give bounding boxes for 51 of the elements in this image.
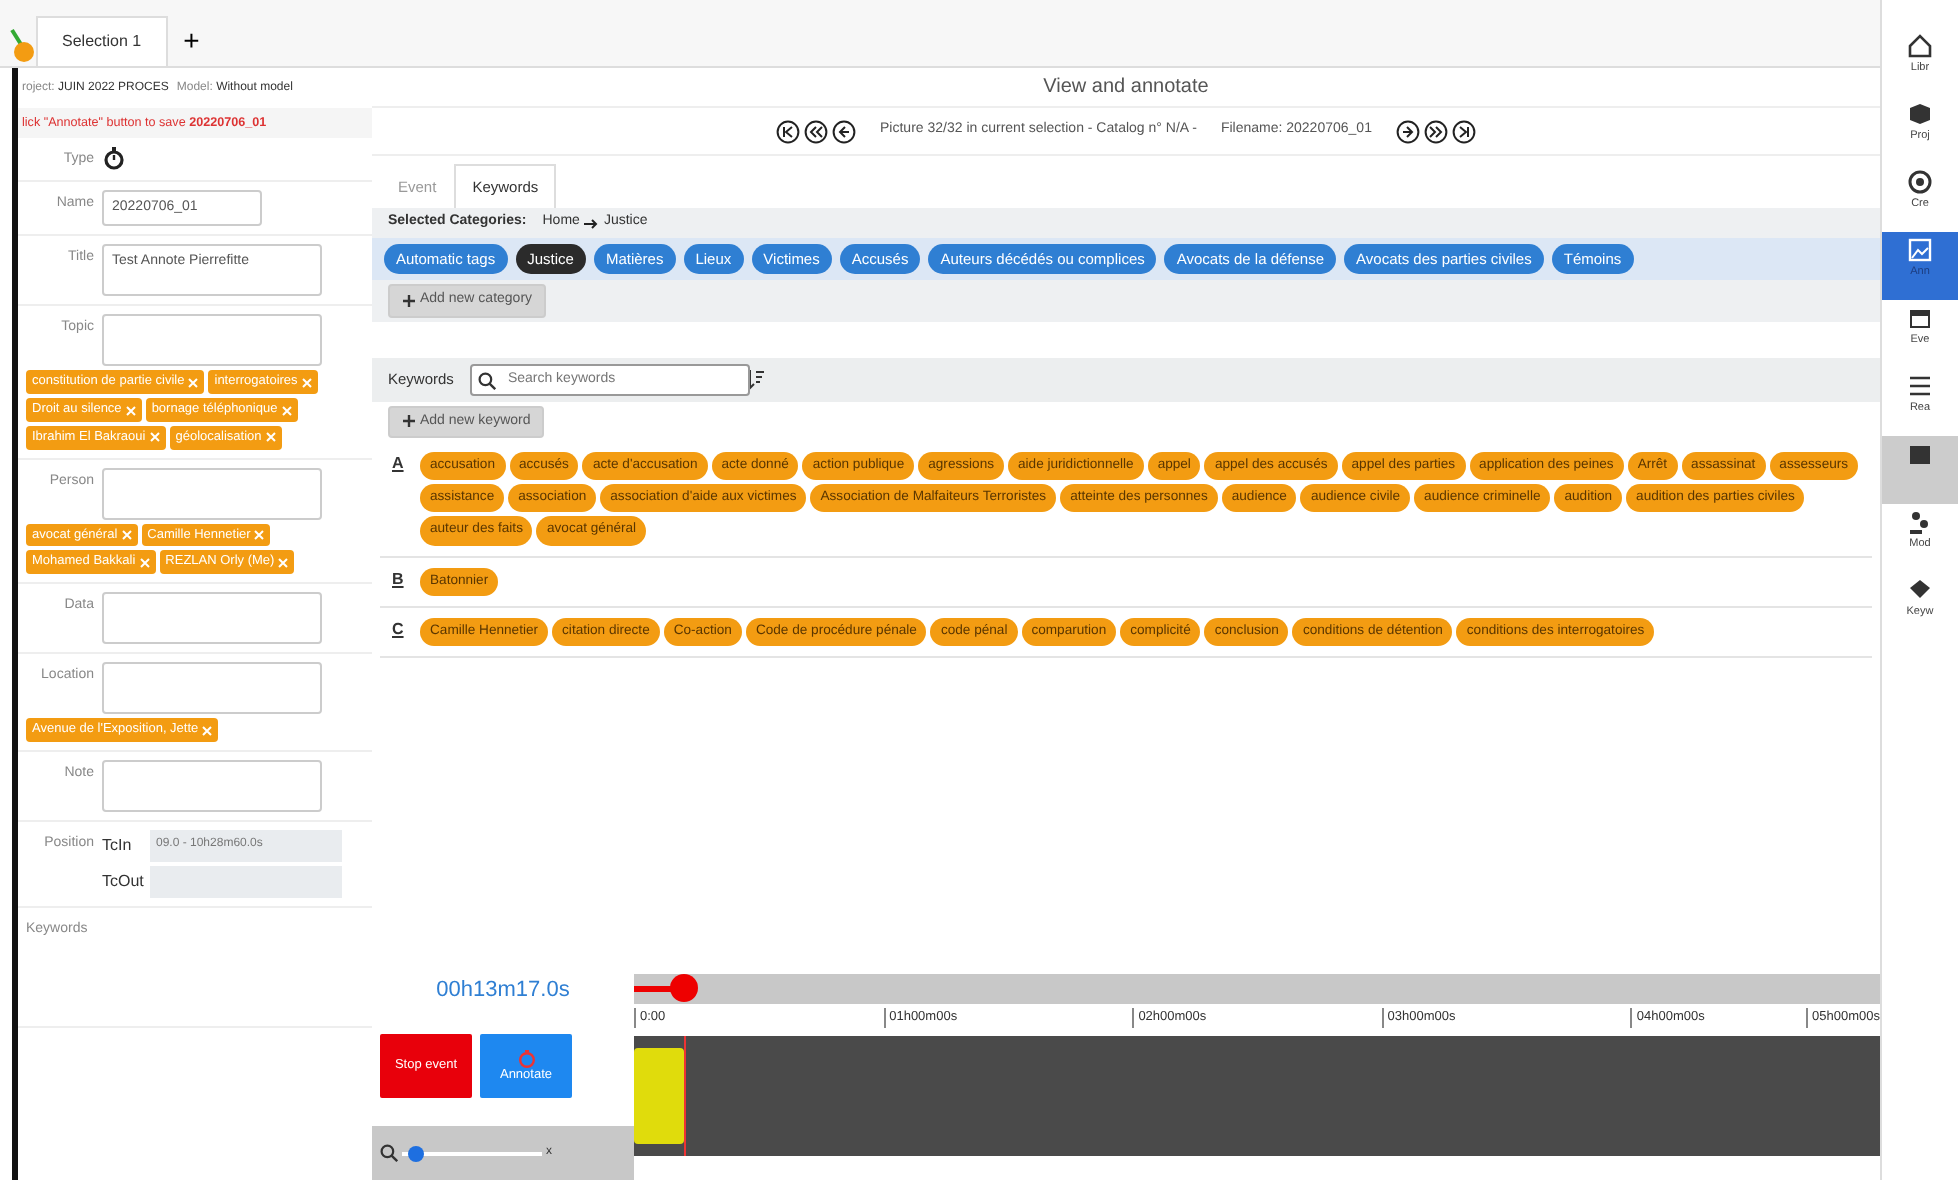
fast-forward-icon[interactable]	[1423, 119, 1448, 143]
remove-icon[interactable]	[265, 432, 276, 443]
group-letter: B	[392, 567, 406, 592]
remove-icon[interactable]	[254, 530, 265, 541]
list-icon	[1906, 372, 1934, 400]
previous-icon[interactable]	[832, 119, 857, 143]
page-title: View and annotate	[372, 68, 1880, 108]
selection-tab[interactable]: Selection 1	[36, 16, 168, 66]
group-letter: A	[392, 452, 406, 476]
calendar-icon	[1906, 304, 1934, 332]
remove-icon[interactable]	[301, 377, 312, 388]
text-area[interactable]	[102, 759, 322, 812]
box-icon	[1906, 100, 1934, 128]
people-icon	[1906, 508, 1934, 536]
plus-icon	[402, 293, 416, 308]
text-area[interactable]	[102, 467, 322, 520]
target-icon	[1906, 168, 1934, 196]
playhead-handle[interactable]	[669, 974, 698, 1002]
remove-icon[interactable]	[149, 432, 160, 443]
app-logo-icon	[8, 26, 36, 66]
remove-icon[interactable]	[202, 725, 213, 736]
next-icon[interactable]	[1395, 119, 1420, 143]
stopwatch-icon	[102, 146, 126, 171]
sort-icon[interactable]	[745, 369, 764, 389]
square-icon	[1906, 440, 1934, 468]
remove-icon[interactable]	[281, 405, 292, 416]
timecode-label: TcOut	[102, 869, 146, 894]
zoom-slider[interactable]	[402, 1145, 542, 1161]
remove-icon[interactable]	[139, 557, 150, 568]
first-icon[interactable]	[776, 119, 801, 143]
add-tab-button[interactable]: +	[167, 20, 216, 62]
image-icon	[1906, 236, 1934, 264]
zoom-icon	[380, 1144, 398, 1162]
house-icon	[1906, 32, 1934, 60]
tag-icon	[1906, 576, 1934, 604]
remove-icon[interactable]	[188, 377, 199, 388]
remove-icon[interactable]	[278, 557, 289, 568]
sidebar-item[interactable]	[1882, 436, 1958, 504]
stopwatch-icon	[517, 1049, 535, 1068]
text-area[interactable]	[102, 592, 322, 645]
plus-icon	[402, 414, 416, 429]
rewind-icon[interactable]	[804, 119, 829, 143]
remove-icon[interactable]	[125, 405, 136, 416]
arrow-right-icon	[583, 217, 600, 229]
text-area[interactable]	[102, 662, 322, 715]
timecode-label: TcIn	[102, 833, 134, 858]
group-letter: C	[392, 617, 406, 642]
text-area[interactable]	[102, 314, 322, 367]
playhead-line	[683, 1036, 686, 1156]
last-icon[interactable]	[1451, 119, 1476, 143]
remove-icon[interactable]	[121, 530, 132, 541]
